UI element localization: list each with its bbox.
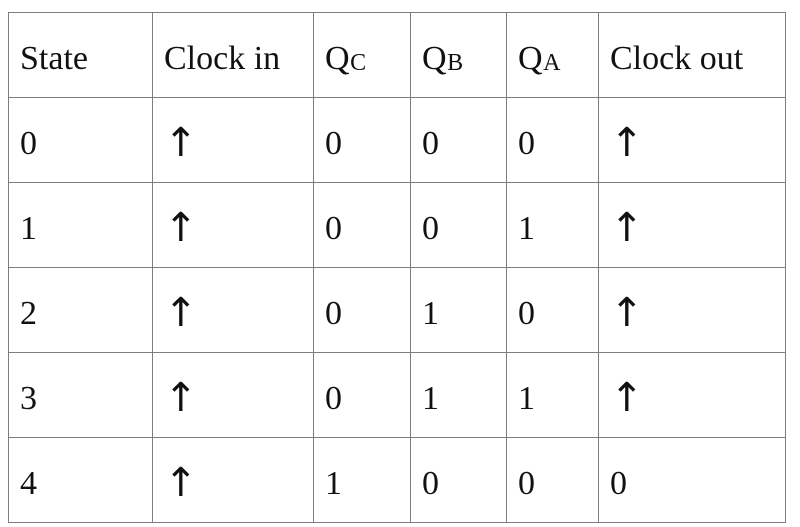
column-header-qb: QB (410, 12, 507, 98)
cell-clock-in: ↑ (152, 97, 314, 183)
cell-qa: 1 (506, 182, 599, 268)
cell-qa: 1 (506, 352, 599, 438)
column-header-clock-in-label: Clock in (164, 40, 281, 77)
cell-clock-in: ↑ (152, 267, 314, 353)
cell-qa: 0 (506, 437, 599, 523)
cell-state: 2 (8, 267, 153, 353)
column-header-clock-out: Clock out (598, 12, 786, 98)
rising-edge-icon: ↑ (610, 205, 644, 251)
rising-edge-icon: ↑ (164, 205, 198, 251)
column-header-state: State (8, 12, 153, 98)
cell-qc: 0 (313, 97, 411, 183)
column-header-state-label: State (20, 40, 88, 77)
column-header-qc: QC (313, 12, 411, 98)
table-row: 1 ↑ 0 0 1 ↑ (8, 182, 786, 268)
cell-qb: 0 (410, 182, 507, 268)
cell-qb: 0 (410, 97, 507, 183)
cell-qb: 0 (410, 437, 507, 523)
page-root: State Clock in QC QB QA Clock out 0 ↑ 0 … (0, 0, 800, 527)
cell-qc: 0 (313, 182, 411, 268)
table-header-row: State Clock in QC QB QA Clock out (8, 12, 786, 98)
cell-clock-in: ↑ (152, 352, 314, 438)
cell-state: 3 (8, 352, 153, 438)
cell-clock-out: 0 (598, 437, 786, 523)
rising-edge-icon: ↑ (164, 290, 198, 336)
table-row: 3 ↑ 0 1 1 ↑ (8, 352, 786, 438)
cell-state: 0 (8, 97, 153, 183)
cell-state: 4 (8, 437, 153, 523)
table-row: 0 ↑ 0 0 0 ↑ (8, 97, 786, 183)
cell-qc: 0 (313, 267, 411, 353)
rising-edge-icon: ↑ (610, 290, 644, 336)
column-header-qc-label: QC (325, 40, 367, 77)
counter-state-table: State Clock in QC QB QA Clock out 0 ↑ 0 … (8, 12, 786, 523)
column-header-qb-subscript: B (447, 50, 464, 76)
table-row: 4 ↑ 1 0 0 0 (8, 437, 786, 523)
cell-clock-in: ↑ (152, 182, 314, 268)
rising-edge-icon: ↑ (164, 375, 198, 421)
cell-clock-out: ↑ (598, 352, 786, 438)
column-header-qa-label: QA (518, 40, 561, 77)
column-header-qa-subscript: A (543, 50, 561, 76)
cell-state: 1 (8, 182, 153, 268)
cell-qa: 0 (506, 267, 599, 353)
cell-clock-out: ↑ (598, 182, 786, 268)
cell-qc: 0 (313, 352, 411, 438)
column-header-qc-subscript: C (350, 50, 367, 76)
table-row: 2 ↑ 0 1 0 ↑ (8, 267, 786, 353)
rising-edge-icon: ↑ (164, 460, 198, 506)
rising-edge-icon: ↑ (164, 120, 198, 166)
column-header-qa: QA (506, 12, 599, 98)
column-header-qb-label: QB (422, 40, 464, 77)
column-header-clock-out-label: Clock out (610, 40, 744, 77)
table-body: 0 ↑ 0 0 0 ↑ 1 ↑ 0 0 1 ↑ 2 ↑ 0 1 0 ↑ 3 ↑ … (8, 97, 786, 523)
cell-qa: 0 (506, 97, 599, 183)
rising-edge-icon: ↑ (610, 120, 644, 166)
cell-clock-in: ↑ (152, 437, 314, 523)
cell-clock-out: ↑ (598, 267, 786, 353)
rising-edge-icon: ↑ (610, 375, 644, 421)
cell-qc: 1 (313, 437, 411, 523)
cell-qb: 1 (410, 352, 507, 438)
table-header: State Clock in QC QB QA Clock out (8, 12, 786, 98)
column-header-clock-in: Clock in (152, 12, 314, 98)
cell-clock-out: ↑ (598, 97, 786, 183)
cell-qb: 1 (410, 267, 507, 353)
